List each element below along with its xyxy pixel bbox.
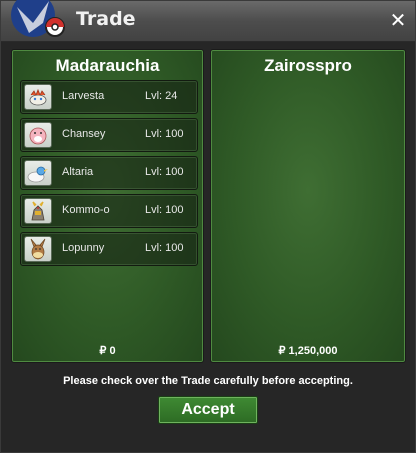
- partner-money-offer: ₽ 1,250,000: [278, 345, 338, 357]
- title-bar[interactable]: Trade ✕: [1, 0, 415, 42]
- pokemon-level: Lvl: 100: [145, 128, 184, 140]
- pokemon-slot-chansey[interactable]: Chansey Lvl: 100: [20, 118, 198, 152]
- window-title: Trade: [76, 8, 136, 30]
- my-money-offer: ₽ 0: [99, 345, 116, 357]
- trade-notice: Please check over the Trade carefully be…: [63, 375, 353, 387]
- pokemon-level: Lvl: 100: [145, 166, 184, 178]
- pokemon-name: Lopunny: [62, 242, 105, 254]
- my-trainer-name: Madarauchia: [55, 56, 160, 75]
- pokemon-slot-lopunny[interactable]: Lopunny Lvl: 100: [20, 232, 198, 266]
- partner-trainer-name: Zairosspro: [264, 56, 352, 75]
- pokemon-name: Larvesta: [62, 90, 105, 102]
- my-offer-panel: Madarauchia Larvesta Lvl: 24 Chansey Lvl…: [11, 49, 204, 363]
- chansey-icon: [24, 122, 52, 148]
- game-logo-icon: [11, 0, 65, 37]
- kommo-o-icon: [24, 198, 52, 224]
- larvesta-icon: [24, 84, 52, 110]
- partner-offer-panel: Zairosspro ₽ 1,250,000: [210, 49, 406, 363]
- my-pokemon-list: Larvesta Lvl: 24 Chansey Lvl: 100 Altari…: [20, 80, 198, 270]
- pokemon-name: Kommo-o: [62, 204, 110, 216]
- lopunny-icon: [24, 236, 52, 262]
- pokemon-slot-kommo-o[interactable]: Kommo-o Lvl: 100: [20, 194, 198, 228]
- pokemon-level: Lvl: 100: [145, 242, 184, 254]
- trade-window: Trade ✕ Madarauchia Larvesta Lvl: 24 Cha…: [0, 0, 416, 453]
- pokemon-slot-larvesta[interactable]: Larvesta Lvl: 24: [20, 80, 198, 114]
- pokemon-level: Lvl: 24: [145, 90, 178, 102]
- altaria-icon: [24, 160, 52, 186]
- pokemon-level: Lvl: 100: [145, 204, 184, 216]
- pokemon-slot-altaria[interactable]: Altaria Lvl: 100: [20, 156, 198, 190]
- pokemon-name: Chansey: [62, 128, 106, 140]
- pokemon-name: Altaria: [62, 166, 94, 178]
- close-button[interactable]: ✕: [387, 9, 409, 31]
- accept-button[interactable]: Accept: [158, 396, 258, 424]
